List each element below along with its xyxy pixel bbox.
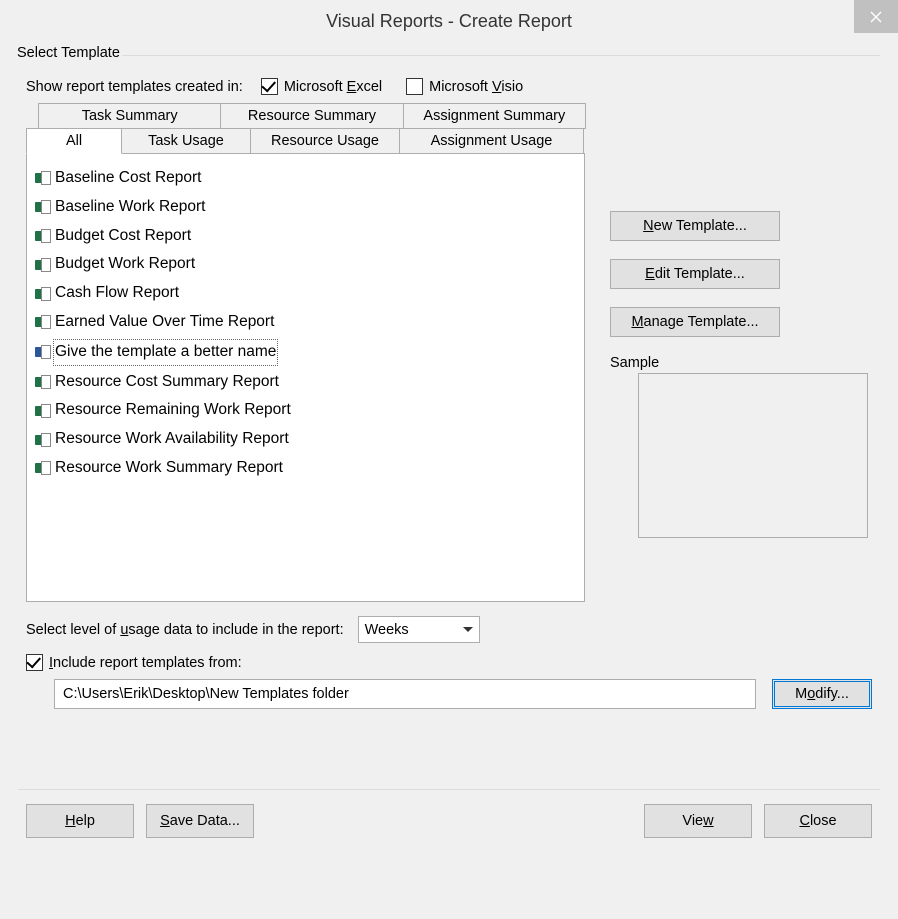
list-item[interactable]: Give the template a better name (33, 337, 578, 368)
list-item[interactable]: Budget Cost Report (33, 222, 578, 251)
list-item-label: Budget Cost Report (53, 224, 193, 249)
visio-checkbox[interactable] (406, 78, 423, 95)
show-templates-label: Show report templates created in: (26, 79, 243, 95)
divider (18, 789, 880, 790)
visio-label: Microsoft Visio (429, 79, 523, 95)
list-item-label: Budget Work Report (53, 252, 197, 277)
sample-preview (638, 373, 868, 538)
groupbox-label: Select Template (15, 45, 122, 61)
sample-label: Sample (610, 355, 872, 371)
list-item[interactable]: Resource Remaining Work Report (33, 396, 578, 425)
list-item-label: Resource Cost Summary Report (53, 370, 281, 395)
excel-checkbox[interactable] (261, 78, 278, 95)
chevron-down-icon (463, 627, 473, 632)
list-item-label: Give the template a better name (53, 339, 278, 366)
excel-file-icon (35, 287, 49, 301)
usage-label: Select level of usage data to include in… (26, 622, 344, 638)
tabs-wrap: Task Summary Resource Summary Assignment… (26, 103, 585, 602)
list-item-label: Earned Value Over Time Report (53, 310, 276, 335)
close-icon (870, 11, 882, 23)
edit-template-button[interactable]: Edit Template... (610, 259, 780, 289)
main-row: Task Summary Resource Summary Assignment… (26, 103, 872, 602)
excel-file-icon (35, 315, 49, 329)
list-item-label: Cash Flow Report (53, 281, 181, 306)
template-listbox[interactable]: Baseline Cost Report Baseline Work Report… (26, 153, 585, 602)
list-item-label: Resource Work Availability Report (53, 427, 291, 452)
dialog-content: Select Template Show report templates cr… (0, 42, 898, 873)
excel-file-icon (35, 404, 49, 418)
usage-level-value: Weeks (365, 622, 409, 638)
list-item[interactable]: Baseline Work Report (33, 193, 578, 222)
close-window-button[interactable] (854, 0, 898, 33)
save-data-button[interactable]: Save Data... (146, 804, 254, 838)
list-item[interactable]: Baseline Cost Report (33, 164, 578, 193)
list-item[interactable]: Budget Work Report (33, 250, 578, 279)
view-button[interactable]: View (644, 804, 752, 838)
list-item[interactable]: Resource Work Summary Report (33, 454, 578, 483)
titlebar: Visual Reports - Create Report (0, 0, 898, 42)
list-item[interactable]: Resource Cost Summary Report (33, 368, 578, 397)
dialog-title: Visual Reports - Create Report (326, 11, 572, 32)
template-groupbox: Select Template Show report templates cr… (18, 55, 880, 848)
tab-resource-summary[interactable]: Resource Summary (220, 103, 403, 129)
tab-resource-usage[interactable]: Resource Usage (250, 128, 400, 154)
excel-file-icon (35, 433, 49, 447)
path-row: Modify... (26, 679, 872, 709)
list-item[interactable]: Resource Work Availability Report (33, 425, 578, 454)
excel-file-icon (35, 258, 49, 272)
modify-button[interactable]: Modify... (772, 679, 872, 709)
tab-all[interactable]: All (26, 128, 122, 154)
tab-assignment-usage[interactable]: Assignment Usage (399, 128, 584, 154)
filter-row: Show report templates created in: Micros… (26, 78, 872, 95)
excel-file-icon (35, 200, 49, 214)
include-row: Include report templates from: (26, 654, 872, 671)
list-item-label: Resource Work Summary Report (53, 456, 285, 481)
template-path-input[interactable] (54, 679, 756, 709)
excel-file-icon (35, 171, 49, 185)
right-column: New Template... Edit Template... Manage … (610, 103, 872, 538)
close-button[interactable]: Close (764, 804, 872, 838)
excel-file-icon (35, 229, 49, 243)
usage-row: Select level of usage data to include in… (26, 616, 872, 643)
excel-file-icon (35, 375, 49, 389)
include-label: Include report templates from: (49, 655, 242, 671)
list-item-label: Baseline Work Report (53, 195, 207, 220)
tabrow-bottom: All Task Usage Resource Usage Assignment… (26, 128, 585, 153)
tab-task-usage[interactable]: Task Usage (121, 128, 251, 154)
tabrow-top: Task Summary Resource Summary Assignment… (38, 103, 585, 128)
list-item[interactable]: Earned Value Over Time Report (33, 308, 578, 337)
list-item-label: Resource Remaining Work Report (53, 398, 293, 423)
help-button[interactable]: Help (26, 804, 134, 838)
list-item-label: Baseline Cost Report (53, 166, 203, 191)
footer-row: Help Save Data... View Close (26, 804, 872, 838)
excel-file-icon (35, 461, 49, 475)
visio-file-icon (35, 345, 49, 359)
tab-task-summary[interactable]: Task Summary (38, 103, 221, 129)
usage-level-select[interactable]: Weeks (358, 616, 480, 643)
excel-label: Microsoft Excel (284, 79, 382, 95)
include-checkbox[interactable] (26, 654, 43, 671)
list-item[interactable]: Cash Flow Report (33, 279, 578, 308)
new-template-button[interactable]: New Template... (610, 211, 780, 241)
tab-assignment-summary[interactable]: Assignment Summary (403, 103, 586, 129)
manage-template-button[interactable]: Manage Template... (610, 307, 780, 337)
